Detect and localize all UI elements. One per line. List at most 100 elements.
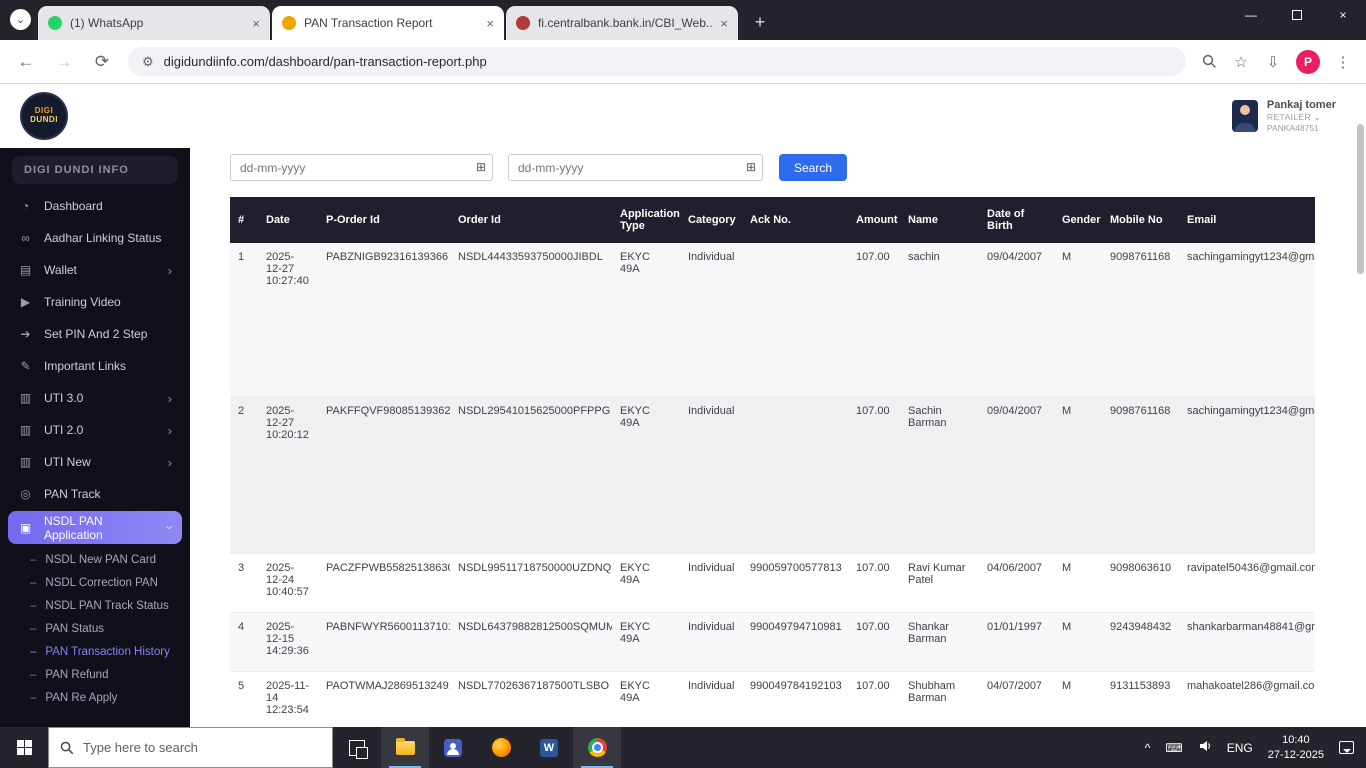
user-avatar (1232, 100, 1258, 132)
sidebar-subitem-nsdl-correction-pan[interactable]: –NSDL Correction PAN (30, 571, 190, 594)
cell-name: sachin (900, 243, 979, 396)
window-icon[interactable]: ⌄ (10, 9, 31, 30)
browser-tab-fi-centralbank-bank-in-cbi-web[interactable]: fi.centralbank.bank.in/CBI_Web...× (506, 6, 738, 40)
cell-index: 5 (230, 671, 258, 727)
cell-category: Individual (680, 671, 742, 727)
keyboard-icon[interactable]: ⌨ (1165, 741, 1182, 755)
cell-index: 1 (230, 243, 258, 396)
start-button[interactable] (0, 727, 48, 768)
close-button[interactable]: × (1320, 0, 1366, 30)
column-header-name: Name (900, 197, 979, 243)
tab-close-icon[interactable]: × (252, 16, 260, 31)
sidebar-subitem-pan-transaction-history[interactable]: –PAN Transaction History (30, 640, 190, 663)
cell-ack-no: 990059700577813 (742, 553, 848, 612)
teams-button[interactable] (429, 727, 477, 768)
cell-name: Shankar Barman (900, 612, 979, 671)
sidebar-item-pan-track[interactable]: ◎PAN Track (0, 478, 190, 510)
cell-date: 2025-12-24 10:40:57 (258, 553, 318, 612)
cell-mobile: 9243948432 (1102, 612, 1179, 671)
sidebar-item-uti-2-0[interactable]: ▥UTI 2.0› (0, 414, 190, 446)
column-header-index: # (230, 197, 258, 243)
sidebar-item-training-video[interactable]: ▶Training Video (0, 286, 190, 318)
cell-dob: 01/01/1997 (979, 612, 1054, 671)
clock[interactable]: 10:40 27-12-2025 (1268, 733, 1324, 763)
column-header-mobile-no: Mobile No (1102, 197, 1179, 243)
sidebar-item-aadhar-linking-status[interactable]: ∞Aadhar Linking Status (0, 222, 190, 254)
cell-ack-no: 990049794710981 (742, 612, 848, 671)
dash-bullet: – (30, 577, 36, 589)
volume-icon[interactable] (1198, 739, 1212, 756)
lens-search-icon[interactable] (1200, 53, 1218, 71)
cell-name: Ravi Kumar Patel (900, 553, 979, 612)
column-header-email: Email (1179, 197, 1315, 243)
chevron-right-icon: › (168, 263, 172, 278)
forward-icon[interactable]: → (52, 52, 76, 72)
firefox-icon (492, 738, 511, 757)
cell-application-type: EKYC 49A (612, 396, 680, 553)
sidebar-subitem-nsdl-new-pan-card[interactable]: –NSDL New PAN Card (30, 548, 190, 571)
folder-icon (396, 741, 415, 755)
sidebar-nav: ◔Dashboard∞Aadhar Linking Status▤Wallet›… (0, 190, 190, 709)
cell-order-id: NSDL44433593750000JIBDL (450, 243, 612, 396)
sidebar-subitem-pan-status[interactable]: –PAN Status (30, 617, 190, 640)
sidebar-item-wallet[interactable]: ▤Wallet› (0, 254, 190, 286)
date-to-input[interactable] (508, 154, 763, 181)
chevron-right-icon: › (168, 423, 172, 438)
sidebar-item-nsdl-pan-application[interactable]: ▣NSDL PAN Application› (8, 511, 182, 544)
sidebar-subitem-pan-re-apply[interactable]: –PAN Re Apply (30, 686, 190, 709)
table-row: 22025-12-27 10:20:12PAKFFQVF98085139362N… (230, 396, 1315, 553)
file-explorer-button[interactable] (381, 727, 429, 768)
sidebar-subitem-nsdl-pan-track-status[interactable]: –NSDL PAN Track Status (30, 594, 190, 617)
chrome-button[interactable] (573, 727, 621, 768)
date-from-input[interactable] (230, 154, 493, 181)
cell-gender: M (1054, 396, 1102, 553)
table-row: 32025-12-24 10:40:57PACZFPWB55825138630N… (230, 553, 1315, 612)
clock-date: 27-12-2025 (1268, 749, 1324, 761)
minimize-button[interactable]: — (1228, 0, 1274, 30)
language-indicator[interactable]: ENG (1227, 741, 1253, 755)
cell-dob: 09/04/2007 (979, 396, 1054, 553)
firefox-button[interactable] (477, 727, 525, 768)
tray-expand-icon[interactable]: ^ (1145, 741, 1151, 755)
sidebar-item-dashboard[interactable]: ◔Dashboard (0, 190, 190, 222)
window-controls: — × (1228, 0, 1366, 30)
word-button[interactable]: W (525, 727, 573, 768)
dash-bullet: – (30, 669, 36, 681)
browser-tab-1-whatsapp[interactable]: (1) WhatsApp× (38, 6, 270, 40)
cell-date: 2025-12-27 10:27:40 (258, 243, 318, 396)
sidebar-subitem-pan-refund[interactable]: –PAN Refund (30, 663, 190, 686)
cell-dob: 04/07/2007 (979, 671, 1054, 727)
sidebar-item-set-pin-and-2-step[interactable]: ➔Set PIN And 2 Step (0, 318, 190, 350)
sidebar-item-important-links[interactable]: ✎Important Links (0, 350, 190, 382)
refresh-icon[interactable]: ⟳ (90, 52, 114, 72)
maximize-button[interactable] (1274, 0, 1320, 30)
search-button[interactable]: Search (779, 154, 847, 181)
calendar-icon[interactable]: ⊞ (746, 160, 756, 174)
task-view-button[interactable] (333, 727, 381, 768)
user-menu[interactable]: Pankaj tomer RETAILER ⌄ PANKA48751 (1232, 99, 1336, 134)
menu-dots-icon[interactable]: ⋮ (1334, 53, 1352, 71)
download-icon[interactable]: ⇩ (1264, 53, 1282, 71)
address-bar[interactable]: ⚙ digidundiinfo.com/dashboard/pan-transa… (128, 47, 1186, 76)
cell-application-type: EKYC 49A (612, 671, 680, 727)
browser-tab-pan-transaction-report[interactable]: PAN Transaction Report× (272, 6, 504, 40)
sidebar-item-uti-new[interactable]: ▥UTI New› (0, 446, 190, 478)
bookmark-star-icon[interactable]: ☆ (1232, 53, 1250, 71)
new-tab-button[interactable]: + (746, 8, 774, 36)
back-icon[interactable]: ← (14, 52, 38, 72)
tab-close-icon[interactable]: × (486, 16, 494, 31)
taskbar-search[interactable]: Type here to search (48, 727, 333, 768)
page: DIGI DUNDI Pankaj tomer RETAILER ⌄ PANKA… (0, 84, 1366, 727)
browser-profile-avatar[interactable]: P (1296, 50, 1320, 74)
vertical-scrollbar[interactable] (1357, 124, 1364, 274)
sidebar-item-uti-3-0[interactable]: ▥UTI 3.0› (0, 382, 190, 414)
cell-gender: M (1054, 553, 1102, 612)
tab-close-icon[interactable]: × (720, 16, 728, 31)
search-icon (60, 741, 74, 755)
user-name: Pankaj tomer (1267, 99, 1336, 113)
calendar-icon[interactable]: ⊞ (476, 160, 486, 174)
cell-dob: 09/04/2007 (979, 243, 1054, 396)
notification-center-icon[interactable] (1339, 741, 1354, 754)
site-logo[interactable]: DIGI DUNDI (20, 92, 68, 140)
site-settings-icon[interactable]: ⚙ (142, 54, 154, 70)
